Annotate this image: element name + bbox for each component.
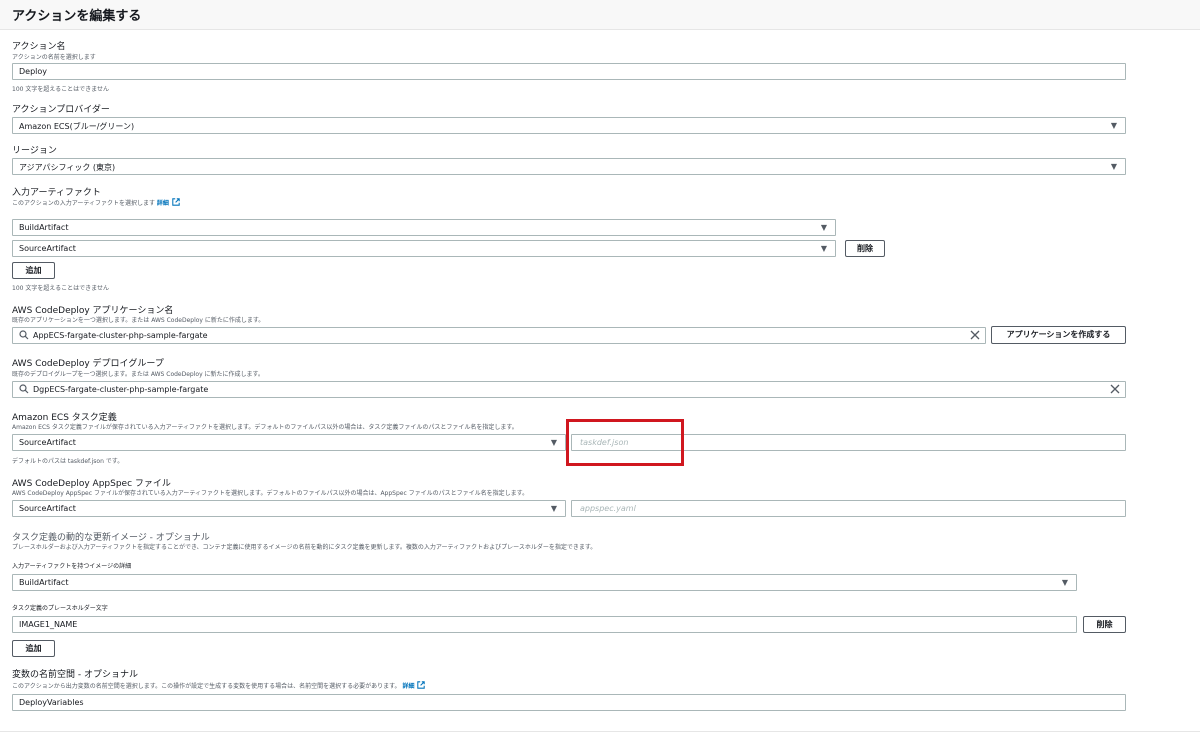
input-artifact-value-1: BuildArtifact bbox=[19, 223, 69, 232]
task-definition-artifact-value: SourceArtifact bbox=[19, 438, 76, 447]
codedeploy-app-search[interactable]: AppECS-fargate-cluster-php-sample-fargat… bbox=[12, 327, 986, 344]
action-name-value: Deploy bbox=[19, 67, 48, 76]
action-provider-select[interactable]: Amazon ECS(ブルー/グリーン) ▼ bbox=[12, 117, 1126, 134]
caret-down-icon: ▼ bbox=[1110, 121, 1117, 130]
namespace-description: このアクションから出力変数の名前空間を選択します。この操作が設定で生成する変数を… bbox=[12, 681, 426, 690]
input-artifacts-hint: 100 文字を超えることはできません bbox=[12, 285, 110, 292]
appspec-artifact-value: SourceArtifact bbox=[19, 504, 76, 513]
namespace-label: 変数の名前空間 - オプショナル bbox=[12, 670, 138, 680]
appspec-path-input[interactable]: appspec.yaml bbox=[571, 500, 1126, 517]
add-image-button[interactable]: 追加 bbox=[12, 640, 55, 657]
image-artifact-value: BuildArtifact bbox=[19, 578, 69, 587]
region-select[interactable]: アジアパシフィック (東京) ▼ bbox=[12, 158, 1126, 175]
external-link-icon bbox=[417, 681, 426, 689]
image-artifact-select[interactable]: BuildArtifact ▼ bbox=[12, 574, 1077, 591]
caret-down-icon: ▼ bbox=[820, 244, 827, 253]
task-definition-artifact-select[interactable]: SourceArtifact ▼ bbox=[12, 434, 566, 451]
external-link-icon bbox=[172, 198, 180, 206]
action-name-label: アクション名 bbox=[12, 42, 66, 52]
deployment-group-description: 既存のデプロイグループを一つ選択します。または AWS CodeDeploy に… bbox=[12, 371, 264, 378]
close-icon[interactable] bbox=[1110, 384, 1120, 394]
action-provider-label: アクションプロバイダー bbox=[12, 105, 110, 115]
placeholder-text-value: IMAGE1_NAME bbox=[19, 620, 78, 629]
divider bbox=[0, 731, 1200, 732]
deployment-group-search[interactable]: DgpECS-fargate-cluster-php-sample-fargat… bbox=[12, 381, 1126, 398]
placeholder-text-label: タスク定義のプレースホルダー文字 bbox=[12, 605, 108, 612]
caret-down-icon: ▼ bbox=[1110, 162, 1117, 171]
task-definition-description: Amazon ECS タスク定義ファイルが保存されている入力アーティファクトを選… bbox=[12, 424, 518, 431]
deployment-group-value: DgpECS-fargate-cluster-php-sample-fargat… bbox=[33, 385, 209, 394]
details-link[interactable]: 詳細 bbox=[157, 200, 169, 207]
caret-down-icon: ▼ bbox=[550, 438, 557, 447]
dynamic-images-description: プレースホルダーおよび入力アーティファクトを指定することができ、コンテナ定義に使… bbox=[12, 544, 597, 551]
action-name-input[interactable]: Deploy bbox=[12, 63, 1126, 80]
action-name-hint: 100 文字を超えることはできません bbox=[12, 86, 110, 93]
search-icon bbox=[19, 384, 29, 394]
action-provider-value: Amazon ECS(ブルー/グリーン) bbox=[19, 122, 135, 131]
details-link[interactable]: 詳細 bbox=[402, 683, 414, 690]
image-artifact-label: 入力アーティファクトを持つイメージの詳細 bbox=[12, 563, 132, 570]
input-artifact-select-1[interactable]: BuildArtifact ▼ bbox=[12, 219, 836, 236]
appspec-path-placeholder: appspec.yaml bbox=[580, 504, 636, 513]
appspec-artifact-select[interactable]: SourceArtifact ▼ bbox=[12, 500, 566, 517]
placeholder-text-input[interactable]: IMAGE1_NAME bbox=[12, 616, 1077, 633]
namespace-input[interactable]: DeployVariables bbox=[12, 694, 1126, 711]
close-icon[interactable] bbox=[970, 330, 980, 340]
codedeploy-app-value: AppECS-fargate-cluster-php-sample-fargat… bbox=[33, 331, 208, 340]
add-artifact-button[interactable]: 追加 bbox=[12, 262, 55, 279]
page-title: アクションを編集する bbox=[12, 9, 142, 24]
highlight-box bbox=[566, 419, 684, 466]
remove-image-button[interactable]: 削除 bbox=[1083, 616, 1126, 633]
action-name-description: アクションの名前を選択します bbox=[12, 54, 96, 61]
deployment-group-label: AWS CodeDeploy デプロイグループ bbox=[12, 359, 164, 369]
appspec-description: AWS CodeDeploy AppSpec ファイルが保存されている入力アーテ… bbox=[12, 490, 529, 497]
caret-down-icon: ▼ bbox=[1061, 578, 1068, 587]
region-label: リージョン bbox=[12, 146, 57, 156]
caret-down-icon: ▼ bbox=[550, 504, 557, 513]
input-artifact-select-2[interactable]: SourceArtifact ▼ bbox=[12, 240, 836, 257]
region-value: アジアパシフィック (東京) bbox=[19, 163, 116, 172]
caret-down-icon: ▼ bbox=[820, 223, 827, 232]
input-artifacts-label: 入力アーティファクト bbox=[12, 188, 101, 198]
codedeploy-app-description: 既存のアプリケーションを一つ選択します。または AWS CodeDeploy に… bbox=[12, 317, 265, 324]
search-icon bbox=[19, 330, 29, 340]
remove-artifact-button[interactable]: 削除 bbox=[845, 240, 885, 257]
page-header: アクションを編集する bbox=[0, 0, 1200, 30]
input-artifact-value-2: SourceArtifact bbox=[19, 244, 76, 253]
input-artifacts-description: このアクションの入力アーティファクトを選択します 詳細 bbox=[12, 198, 180, 207]
create-application-button[interactable]: アプリケーションを作成する bbox=[991, 326, 1126, 344]
namespace-value: DeployVariables bbox=[19, 698, 84, 707]
task-definition-hint: デフォルトのパスは taskdef.json です。 bbox=[12, 458, 124, 465]
